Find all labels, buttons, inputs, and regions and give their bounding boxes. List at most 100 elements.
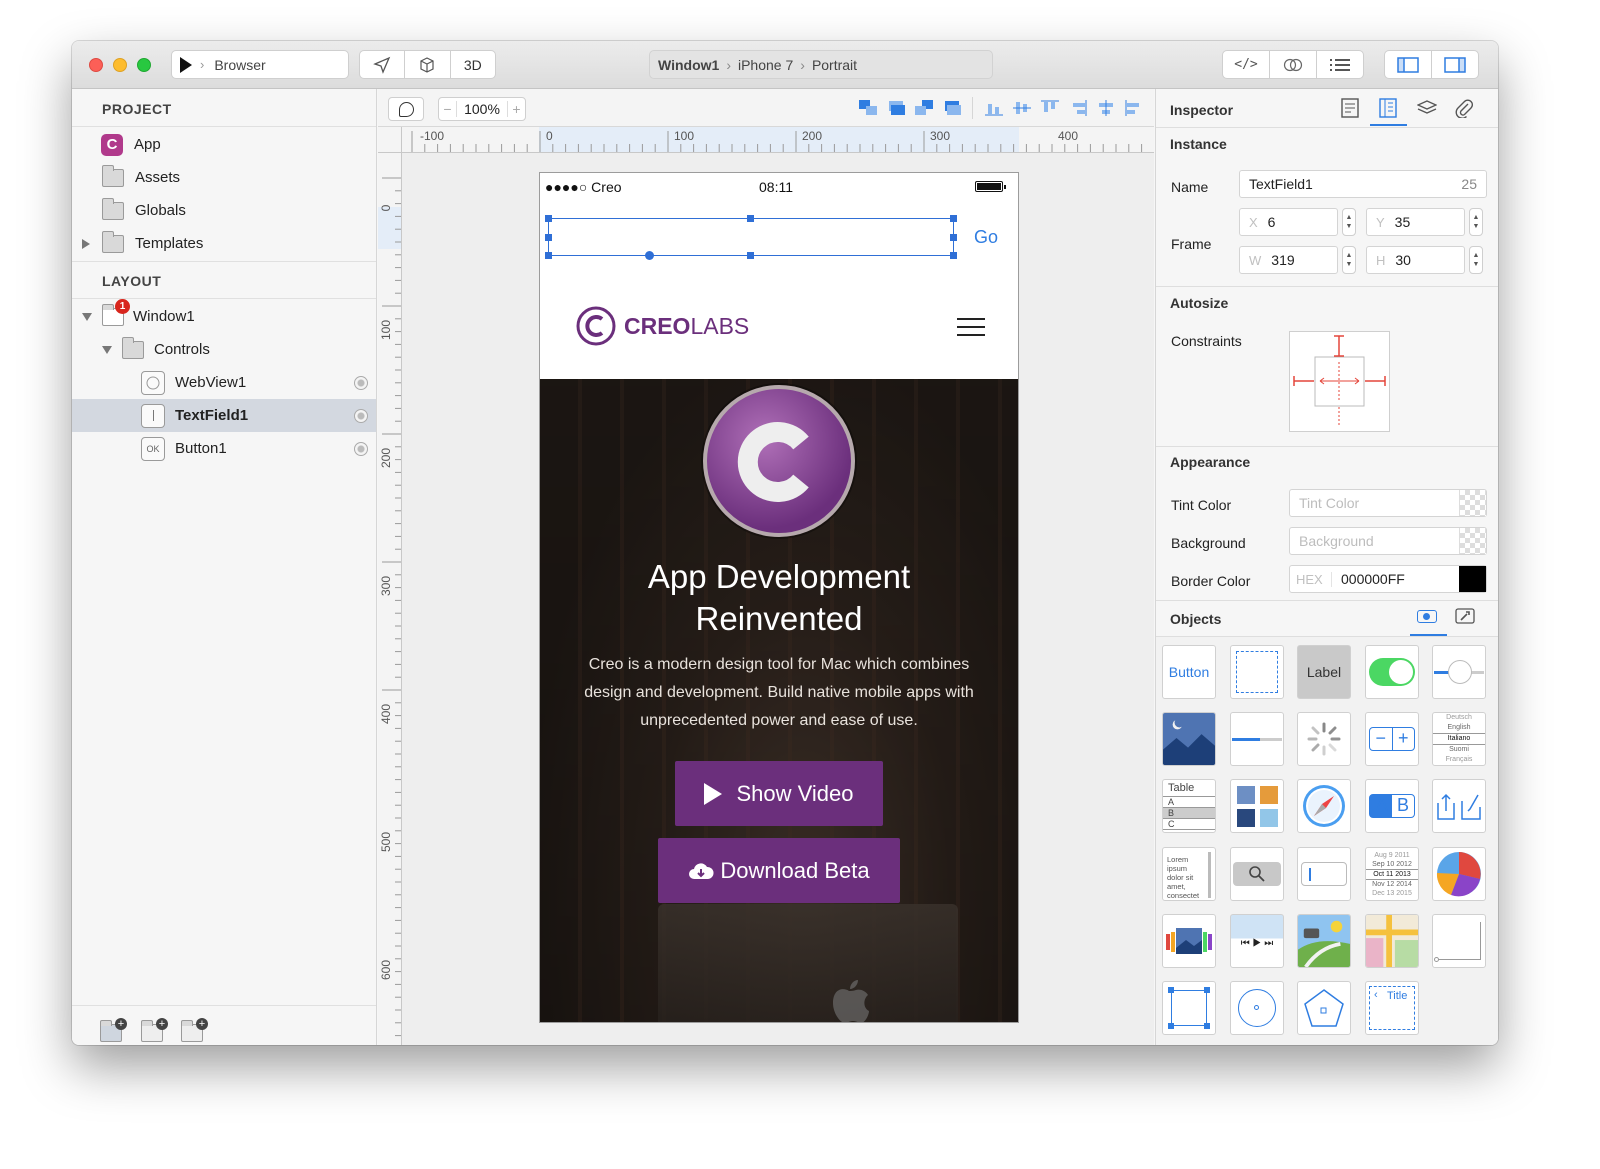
object-segmented-control[interactable]: AB [1365,779,1419,833]
layout-item-window[interactable]: 1 Window1 [72,298,376,333]
object-rectangle[interactable] [1162,981,1216,1035]
disclosure-down-icon[interactable] [82,312,92,321]
x-stepper[interactable]: ▲ ▼ [1342,208,1356,236]
resize-handle[interactable] [747,252,754,259]
object-image[interactable] [1162,712,1216,766]
constraints-diagram-icon[interactable] [1290,332,1389,431]
hamburger-menu-icon[interactable] [957,318,985,336]
disclosure-down-icon[interactable] [102,345,112,354]
design-canvas[interactable]: − 100% + -100 0 100 200 300 400 0 100 20… [378,89,1154,1045]
object-search-bar[interactable] [1230,847,1284,901]
add-control-button[interactable]: + [141,1018,168,1042]
attributes-tab[interactable] [1339,97,1361,119]
add-asset-button[interactable]: + [181,1018,208,1042]
object-web-view[interactable] [1297,779,1351,833]
zoom-window-button[interactable] [137,58,151,72]
layout-item-webview[interactable]: WebView1 [72,366,376,399]
download-beta-button[interactable]: Download Beta [658,838,900,903]
resize-handle[interactable] [950,215,957,222]
layout-item-textfield[interactable]: TextField1 [72,399,376,432]
run-scheme-selector[interactable]: › Browser [171,50,349,79]
send-back-icon[interactable] [943,100,963,116]
object-chart[interactable] [1432,847,1486,901]
visibility-target-icon[interactable] [354,375,368,390]
phone-preview[interactable]: ●●●●○ Creo 08:11 Go CREOLABS App Develop… [539,172,1019,1023]
object-collection[interactable] [1230,779,1284,833]
object-picker[interactable]: Deutsch English Italiano Suomi Français [1432,712,1486,766]
show-video-button[interactable]: Show Video [675,761,883,826]
object-map-view[interactable] [1365,914,1419,968]
play-icon[interactable] [180,56,192,73]
breadcrumb-window[interactable]: Window1 [658,57,719,73]
align-vcenter-icon[interactable] [1013,100,1031,116]
object-slider[interactable] [1432,645,1486,699]
object-label[interactable]: Label [1297,645,1351,699]
tint-color-field[interactable]: Tint Color [1289,489,1487,517]
constraints-editor[interactable] [1289,331,1390,432]
textfield-selection[interactable] [545,215,957,260]
resize-handle[interactable] [950,252,957,259]
tools-library-tab[interactable] [1454,605,1476,627]
send-button[interactable] [360,51,406,78]
objects-library-tab[interactable] [1416,605,1438,627]
close-window-button[interactable] [89,58,103,72]
code-view-button[interactable]: </> [1223,51,1270,78]
object-text-field[interactable] [1297,847,1351,901]
align-left-icon[interactable] [1125,100,1143,116]
object-table[interactable]: Table A B C [1162,779,1216,833]
object-image-gallery[interactable] [1162,914,1216,968]
object-navigation-bar[interactable]: ‹ Title [1365,981,1419,1035]
h-stepper[interactable]: ▲ ▼ [1469,246,1483,274]
inspector-tab[interactable] [1377,97,1399,119]
align-top-icon[interactable] [1041,100,1059,116]
vertical-ruler[interactable]: 0 100 200 300 400 500 600 [378,153,402,1045]
transparent-swatch-icon[interactable] [1459,490,1486,516]
object-activity-indicator[interactable] [1297,712,1351,766]
layout-item-controls[interactable]: Controls [72,333,376,366]
object-stepper[interactable]: − + [1365,712,1419,766]
object-view[interactable] [1230,645,1284,699]
object-container[interactable] [1432,914,1486,968]
toggle-right-panel-button[interactable] [1432,51,1479,78]
object-media-player[interactable]: ⏮ ▶ ⏭ [1230,914,1284,968]
disclosure-right-icon[interactable] [82,238,90,249]
object-button[interactable]: Button [1162,645,1216,699]
compare-view-button[interactable] [1270,51,1317,78]
project-item-app[interactable]: C App [72,128,376,161]
name-field[interactable]: TextField1 25 [1239,170,1487,198]
breadcrumb-device[interactable]: iPhone 7 [738,57,793,73]
toggle-left-panel-button[interactable] [1385,51,1432,78]
warning-badge[interactable]: 1 [115,298,130,314]
object-toolbar[interactable] [1432,779,1486,833]
object-polygon[interactable] [1297,981,1351,1035]
list-view-button[interactable] [1317,51,1363,78]
resize-handle[interactable] [545,252,552,259]
project-item-assets[interactable]: Assets [72,161,376,194]
resize-handle[interactable] [545,215,552,222]
zoom-in-button[interactable]: + [507,101,525,117]
align-bottom-icon[interactable] [985,100,1003,116]
object-switch[interactable] [1365,645,1419,699]
add-window-button[interactable]: + [100,1018,127,1042]
border-color-field[interactable]: HEX 000000FF [1289,565,1487,593]
align-hcenter-icon[interactable] [1097,100,1115,116]
y-field[interactable]: Y 35 [1366,208,1465,236]
minimize-window-button[interactable] [113,58,127,72]
go-button[interactable]: Go [974,227,998,248]
object-map[interactable] [1297,914,1351,968]
send-backward-icon[interactable] [915,100,935,116]
package-button[interactable] [405,51,451,78]
w-field[interactable]: W 319 [1239,246,1338,274]
layout-item-button[interactable]: OK Button1 [72,432,376,465]
resize-handle[interactable] [950,234,957,241]
object-oval[interactable] [1230,981,1284,1035]
zoom-out-button[interactable]: − [439,101,457,117]
x-field[interactable]: X 6 [1239,208,1338,236]
horizontal-ruler[interactable]: -100 0 100 200 300 400 [402,127,1154,153]
h-field[interactable]: H 30 [1366,246,1465,274]
attachments-tab[interactable] [1453,97,1475,119]
bring-forward-icon[interactable] [859,100,879,116]
breadcrumb-orientation[interactable]: Portrait [812,57,857,73]
anchor-handle[interactable] [645,251,654,260]
align-right-icon[interactable] [1069,100,1087,116]
